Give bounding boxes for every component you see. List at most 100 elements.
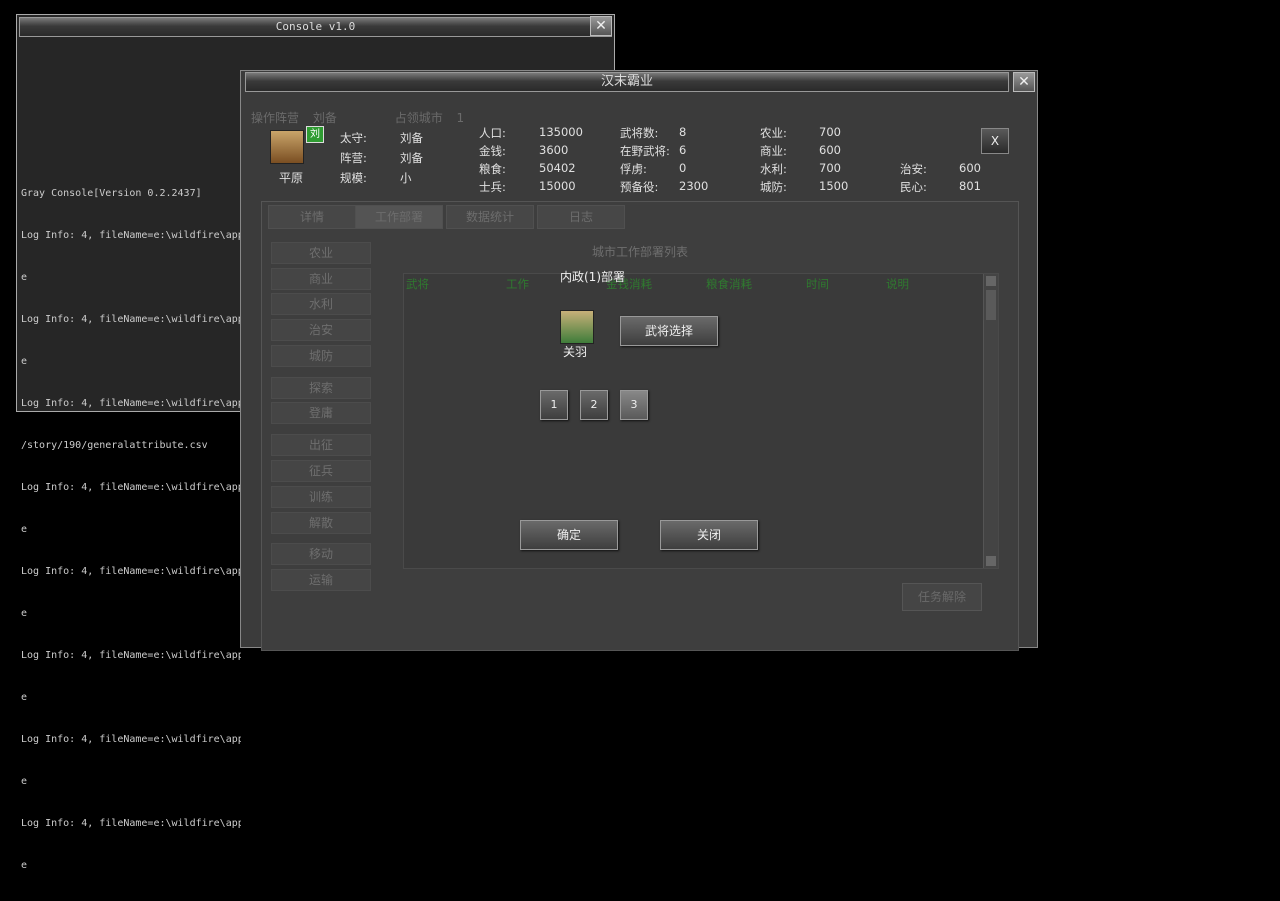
log-line: e: [21, 524, 28, 535]
stat-value: 8: [679, 125, 687, 139]
stat-value: 801: [959, 179, 981, 193]
scroll-up-icon[interactable]: [986, 276, 996, 286]
page-button-1[interactable]: 1: [540, 390, 568, 420]
stat-value: 3600: [539, 143, 569, 157]
stat-label: 水利:: [760, 162, 787, 176]
stat-label: 人口:: [479, 126, 506, 140]
faction-label: 阵营:: [340, 151, 367, 165]
sidebar-item-commerce[interactable]: 商业: [271, 268, 371, 290]
camp-label: 操作阵营: [251, 111, 300, 125]
col-food-cost: 粮食消耗: [706, 277, 752, 291]
log-line: Log Info: 4, fileName=e:\wildfire\app: [21, 650, 241, 661]
scroll-down-icon[interactable]: [986, 556, 996, 566]
sidebar-item-train[interactable]: 训练: [271, 486, 371, 508]
game-title: 汉末霸业: [245, 72, 1009, 92]
sidebar-item-recruit-general[interactable]: 登庸: [271, 402, 371, 424]
stat-label: 民心:: [900, 180, 927, 194]
console-log: Gray Console[Version 0.2.2437] Log Info:…: [21, 159, 241, 901]
sidebar-item-irrigation[interactable]: 水利: [271, 293, 371, 315]
log-line: Log Info: 4, fileName=e:\wildfire\app: [21, 314, 241, 325]
bg-status: 操作阵营 刘备 占领城市 1: [251, 109, 464, 126]
stat-value: 700: [819, 125, 841, 139]
stat-label: 俘虏:: [620, 162, 647, 176]
stat-value: 135000: [539, 125, 583, 139]
sidebar-item-expedition[interactable]: 出征: [271, 434, 371, 456]
log-line: /story/190/generalattribute.csv: [21, 440, 208, 451]
col-general: 武将: [406, 277, 429, 291]
log-line: e: [21, 608, 28, 619]
col-time: 时间: [806, 277, 829, 291]
work-panel: 详情 工作部署 数据统计 日志 农业 商业 水利 治安 城防 探索 登庸 出征 …: [261, 201, 1019, 651]
stat-label: 商业:: [760, 144, 787, 158]
stat-label: 预备役:: [620, 180, 659, 194]
stat-value: 700: [819, 161, 841, 175]
general-portrait[interactable]: [560, 310, 594, 344]
scale-value: 小: [400, 171, 412, 185]
log-line: Log Info: 4, fileName=e:\wildfire\app: [21, 818, 241, 829]
stat-value: 600: [819, 143, 841, 157]
stat-value: 600: [959, 161, 981, 175]
stat-value: 0: [679, 161, 687, 175]
stat-value: 15000: [539, 179, 576, 193]
log-line: e: [21, 692, 28, 703]
select-general-button[interactable]: 武将选择: [620, 316, 718, 346]
tab-details[interactable]: 详情: [268, 205, 356, 229]
sidebar-item-explore[interactable]: 探索: [271, 377, 371, 399]
info-close-button[interactable]: X: [981, 128, 1009, 154]
stat-value: 2300: [679, 179, 709, 193]
confirm-button[interactable]: 确定: [520, 520, 618, 550]
log-line: Log Info: 4, fileName=e:\wildfire\app: [21, 734, 241, 745]
tab-statistics[interactable]: 数据统计: [446, 205, 534, 229]
stat-label: 在野武将:: [620, 144, 670, 158]
stat-value: 1500: [819, 179, 849, 193]
page-button-3[interactable]: 3: [620, 390, 648, 420]
sidebar-item-security[interactable]: 治安: [271, 319, 371, 341]
dismiss-task-button[interactable]: 任务解除: [902, 583, 982, 611]
dialog-title: 内政(1)部署: [560, 270, 625, 284]
stat-label: 治安:: [900, 162, 927, 176]
governor-value: 刘备: [400, 131, 423, 145]
camp-value: 刘备: [312, 111, 337, 125]
tab-log[interactable]: 日志: [537, 205, 625, 229]
game-window: 汉末霸业 ✕ 操作阵营 刘备 占领城市 1 刘 平原 太守: 刘备 阵营: 刘备…: [240, 70, 1038, 651]
log-line: e: [21, 356, 28, 367]
governor-label: 太守:: [340, 131, 367, 145]
sidebar-item-conscript[interactable]: 征兵: [271, 460, 371, 482]
game-close-icon[interactable]: ✕: [1013, 72, 1035, 92]
sidebar-item-defense[interactable]: 城防: [271, 345, 371, 367]
log-line: e: [21, 860, 28, 871]
scale-label: 规模:: [340, 171, 367, 185]
log-line: Log Info: 4, fileName=e:\wildfire\app: [21, 482, 241, 493]
close-button[interactable]: 关闭: [660, 520, 758, 550]
col-job: 工作: [506, 277, 529, 291]
city-name: 平原: [279, 171, 304, 185]
scroll-thumb[interactable]: [986, 290, 996, 320]
stat-label: 农业:: [760, 126, 787, 140]
stat-label: 武将数:: [620, 126, 659, 140]
log-line: Log Info: 4, fileName=e:\wildfire\app: [21, 398, 241, 409]
log-line: e: [21, 776, 28, 787]
cities-label: 占领城市: [394, 111, 443, 125]
console-version: Gray Console[Version 0.2.2437]: [21, 188, 202, 199]
sidebar-item-disband[interactable]: 解散: [271, 512, 371, 534]
faction-badge: 刘: [306, 126, 324, 143]
log-line: Log Info: 4, fileName=e:\wildfire\app: [21, 566, 241, 577]
sidebar-item-agriculture[interactable]: 农业: [271, 242, 371, 264]
col-description: 说明: [886, 277, 909, 291]
cities-value: 1: [456, 111, 465, 125]
console-title: Console v1.0: [19, 17, 612, 37]
sidebar-item-move[interactable]: 移动: [271, 543, 371, 565]
page-button-2[interactable]: 2: [580, 390, 608, 420]
log-line: Log Info: 4, fileName=e:\wildfire\app: [21, 230, 241, 241]
list-scrollbar[interactable]: [983, 274, 998, 568]
log-line: e: [21, 272, 28, 283]
stat-value: 50402: [539, 161, 576, 175]
list-title: 城市工作部署列表: [592, 245, 689, 259]
stat-label: 金钱:: [479, 144, 506, 158]
sidebar-item-transport[interactable]: 运输: [271, 569, 371, 591]
governor-portrait: [270, 130, 304, 164]
console-close-icon[interactable]: ✕: [590, 16, 612, 36]
stat-label: 士兵:: [479, 180, 506, 194]
general-name: 关羽: [563, 345, 588, 359]
tab-work-deploy[interactable]: 工作部署: [355, 205, 443, 229]
